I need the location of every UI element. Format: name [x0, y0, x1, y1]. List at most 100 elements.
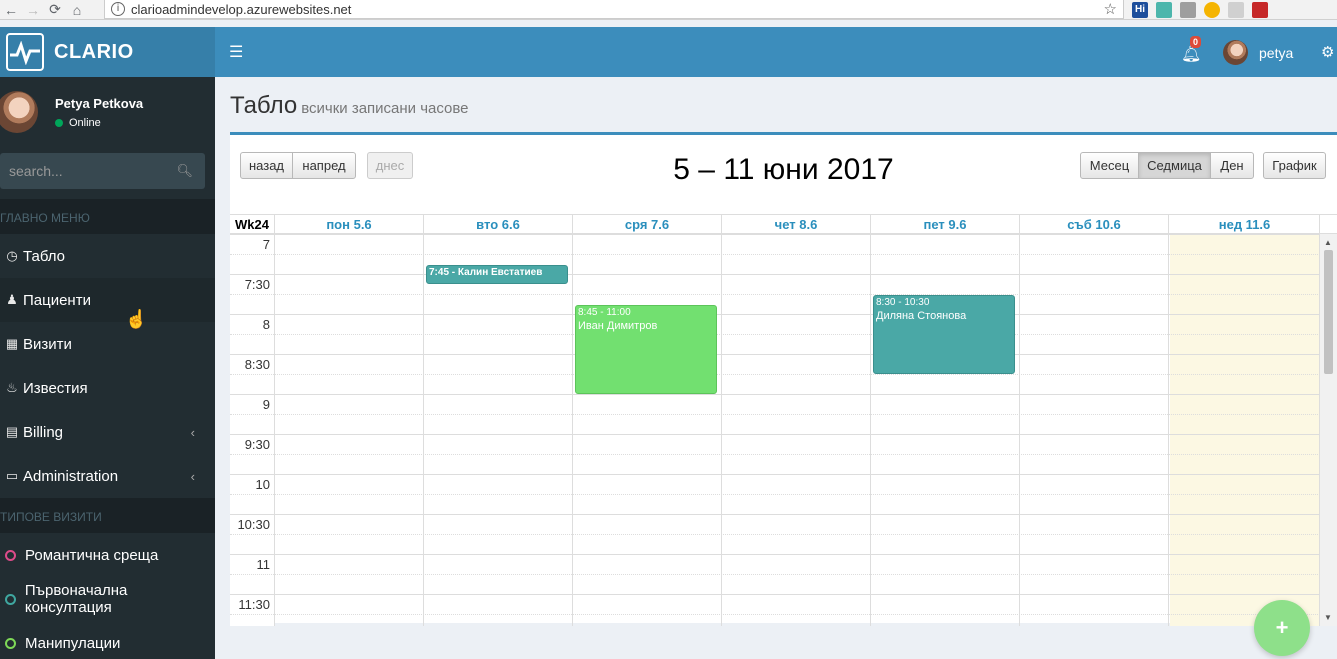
- home-icon[interactable]: ⌂: [66, 1, 88, 19]
- next-button[interactable]: напред: [292, 152, 356, 179]
- camera-extension-icon[interactable]: [1180, 2, 1196, 18]
- time-slot-row: [230, 594, 1320, 614]
- page-title: Табло всички записани часове: [230, 92, 469, 120]
- time-label: 7: [262, 237, 270, 252]
- scroll-up-icon[interactable]: ▲: [1324, 238, 1332, 247]
- half-slot-row: [230, 574, 1320, 594]
- schedule-button[interactable]: График: [1263, 152, 1326, 179]
- users-icon: ♟: [6, 292, 18, 307]
- user-avatar[interactable]: [1223, 40, 1248, 65]
- calendar-header-row: Wk24 пон 5.6 вто 6.6 сря 7.6 чет 8.6 пет…: [230, 214, 1337, 234]
- calendar-toolbar: назад напред днес 5 – 11 юни 2017 Месец …: [230, 135, 1337, 213]
- sidebar-item-visits[interactable]: ▦ Визити: [0, 322, 215, 366]
- user-panel: Petya Petkova Online: [0, 77, 215, 147]
- time-slot-row: [230, 394, 1320, 414]
- day-header-sat[interactable]: съб 10.6: [1020, 215, 1169, 234]
- sidebar-item-administration[interactable]: ▭ Administration ‹: [0, 454, 215, 498]
- half-slot-row: [230, 374, 1320, 394]
- time-slot-row: [230, 514, 1320, 534]
- chevron-left-icon: ‹: [190, 468, 195, 484]
- event-time: 8:30 - 10:30: [876, 297, 930, 308]
- day-header-wed[interactable]: сря 7.6: [573, 215, 722, 234]
- desktop-icon: ▭: [5, 468, 19, 483]
- half-slot-row: [230, 534, 1320, 554]
- address-bar[interactable]: i clarioadmindevelop.azurewebsites.net ☆: [104, 0, 1124, 19]
- user-menu-name[interactable]: petya: [1259, 45, 1293, 61]
- day-header-thu[interactable]: чет 8.6: [722, 215, 871, 234]
- bookmark-star-icon[interactable]: ☆: [1104, 0, 1117, 18]
- sidebar-item-notifications[interactable]: ♨ Известия: [0, 366, 215, 410]
- chevron-left-icon: ‹: [190, 424, 195, 440]
- time-slot-row: [230, 434, 1320, 454]
- brand-name: CLARIO: [54, 40, 134, 63]
- add-appointment-button[interactable]: +: [1254, 600, 1310, 656]
- visit-type-manipulations[interactable]: Манипулации: [0, 621, 215, 659]
- week-view-button[interactable]: Седмица: [1138, 152, 1211, 179]
- reload-icon[interactable]: ⟳: [44, 1, 66, 19]
- notification-count-badge: 0: [1190, 36, 1202, 48]
- time-label: 9:30: [244, 437, 270, 452]
- logo-icon: [6, 33, 44, 71]
- time-slot-row: [230, 354, 1320, 374]
- calendar-scrollbar[interactable]: ▲ ▼: [1320, 234, 1337, 626]
- today-button[interactable]: днес: [367, 152, 413, 179]
- user-status: Online: [55, 117, 143, 129]
- day-header-sun[interactable]: нед 11.6: [1170, 215, 1320, 234]
- calendar: назад напред днес 5 – 11 юни 2017 Месец …: [230, 132, 1337, 626]
- day-header-mon[interactable]: пон 5.6: [275, 215, 424, 234]
- event-title: Иван Димитров: [578, 320, 658, 332]
- time-slot-row: [230, 554, 1320, 574]
- page-extension-icon[interactable]: [1228, 2, 1244, 18]
- calendar-time-grid[interactable]: 7 7:30 8 8:30 9 9:30 10 10:30 11 11:30 7:45 - Кали…: [230, 234, 1320, 626]
- hi-extension-icon[interactable]: Hi: [1132, 2, 1148, 18]
- top-navbar: ☰ 🔔︎ 0 petya ⚙: [215, 27, 1337, 77]
- event-time: 7:45 - Калин Евстатиев: [429, 267, 543, 278]
- calendar-event[interactable]: 8:45 - 11:00 Иван Димитров: [575, 305, 717, 394]
- circle-icon: [5, 593, 16, 605]
- time-slot-row: [230, 274, 1320, 294]
- menu-toggle-icon[interactable]: ☰: [229, 42, 243, 62]
- time-label: 11: [256, 557, 271, 572]
- sidebar: CLARIO Petya Petkova Online search... 🔍︎…: [0, 27, 215, 659]
- info-icon[interactable]: i: [111, 2, 125, 16]
- scrollbar-thumb[interactable]: [1324, 250, 1333, 374]
- page-subtitle: всички записани часове: [301, 100, 469, 117]
- settings-gears-icon[interactable]: ⚙: [1321, 43, 1334, 61]
- forward-icon[interactable]: →: [22, 1, 44, 19]
- sidebar-item-label: Известия: [23, 379, 88, 397]
- eyedropper-extension-icon[interactable]: [1156, 2, 1172, 18]
- day-header-fri[interactable]: пет 9.6: [871, 215, 1020, 234]
- sidebar-item-patients[interactable]: ♟ Пациенти: [0, 278, 215, 322]
- month-view-button[interactable]: Месец: [1080, 152, 1139, 179]
- search-icon[interactable]: 🔍︎: [176, 163, 193, 179]
- sidebar-item-label: Billing: [23, 423, 64, 441]
- dashboard-icon: ◷: [6, 248, 18, 263]
- visit-type-romantic[interactable]: Романтична среща: [0, 533, 215, 577]
- week-number: Wk24: [230, 215, 275, 234]
- sidebar-item-billing[interactable]: ▤ Billing ‹: [0, 410, 215, 454]
- calendar-event[interactable]: 7:45 - Калин Евстатиев: [426, 265, 568, 284]
- logo-bar[interactable]: CLARIO: [0, 27, 215, 77]
- search-placeholder: search...: [9, 163, 63, 179]
- day-view-button[interactable]: Ден: [1210, 152, 1254, 179]
- calendar-event[interactable]: 8:30 - 10:30 Диляна Стоянова: [873, 295, 1015, 374]
- puzzle-extension-icon[interactable]: [1252, 2, 1268, 18]
- visit-type-consultation[interactable]: Първоначална консултация: [0, 577, 215, 621]
- scroll-down-icon[interactable]: ▼: [1324, 613, 1332, 622]
- sidebar-item-label: Administration: [23, 467, 119, 485]
- sidebar-item-dashboard[interactable]: ◷ Табло: [0, 234, 215, 278]
- sidebar-item-label: Визити: [23, 335, 72, 353]
- prev-button[interactable]: назад: [240, 152, 293, 179]
- extension-icons: Hi: [1132, 0, 1268, 20]
- avatar: [0, 91, 38, 133]
- circle-icon: [5, 549, 16, 561]
- time-label: 10: [255, 477, 270, 492]
- search-input[interactable]: search... 🔍︎: [0, 153, 205, 189]
- back-icon[interactable]: ←: [0, 1, 22, 19]
- star-extension-icon[interactable]: [1204, 2, 1220, 18]
- visit-type-label: Първоначална консултация: [24, 582, 128, 616]
- online-dot-icon: [55, 118, 63, 127]
- day-header-tue[interactable]: вто 6.6: [424, 215, 573, 234]
- half-slot-row: [230, 494, 1320, 514]
- time-label: 11:30: [238, 597, 270, 612]
